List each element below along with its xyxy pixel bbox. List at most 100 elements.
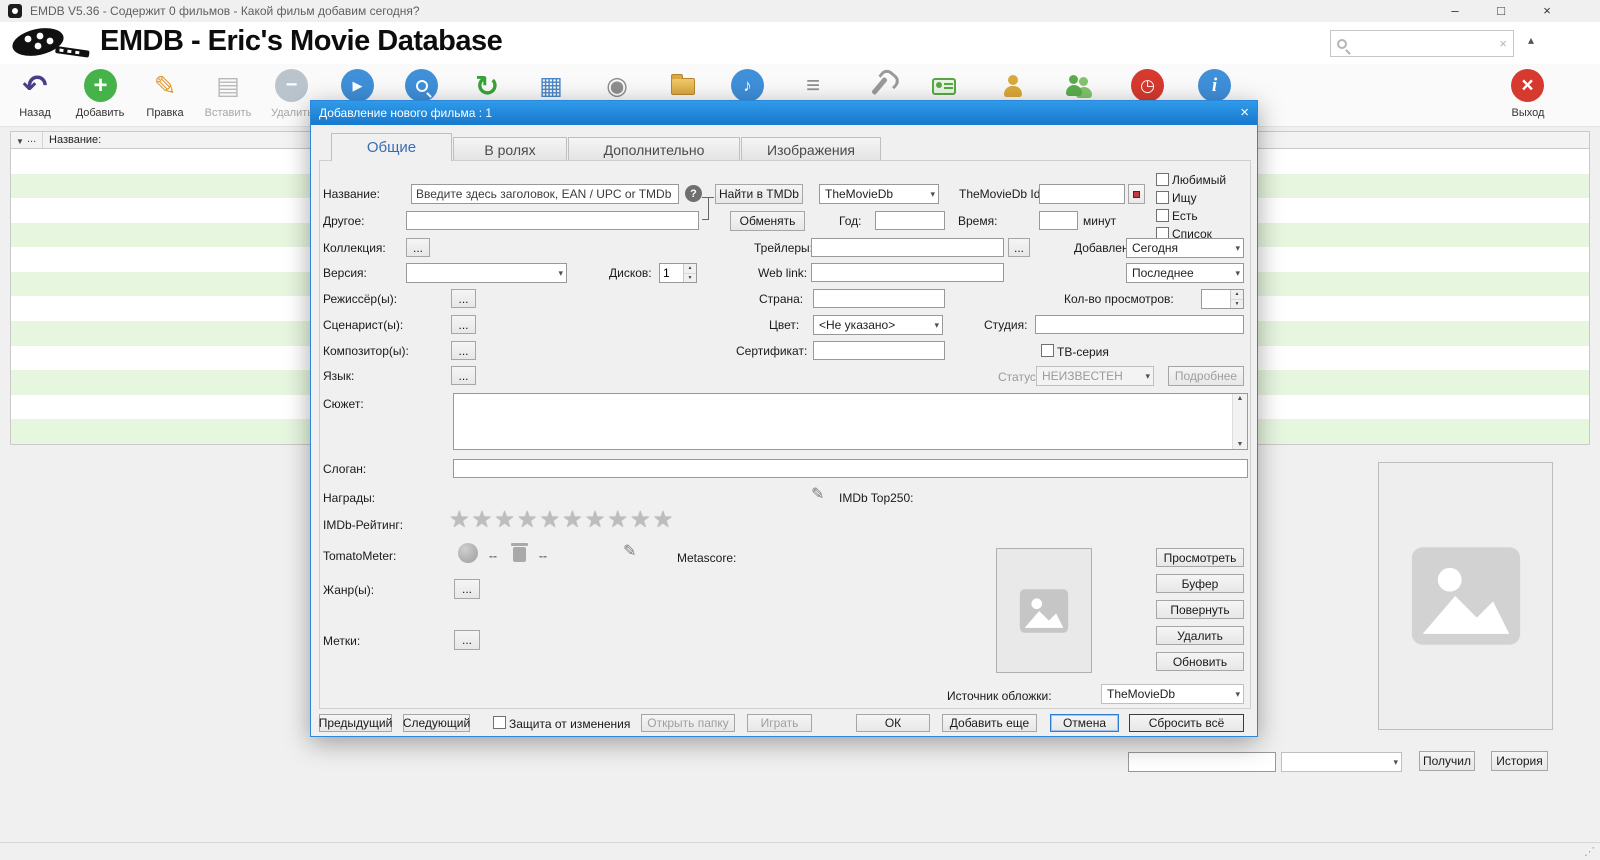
added-select[interactable]: Сегодня▾ xyxy=(1126,238,1244,258)
close-icon[interactable]: × xyxy=(1524,0,1570,22)
title-input[interactable] xyxy=(411,184,679,204)
toolbar-label-exit[interactable]: Выход xyxy=(1496,107,1560,119)
next-button[interactable]: Следующий xyxy=(403,714,470,732)
spin-up-icon[interactable]: ▲ xyxy=(684,264,696,274)
scroll-down-icon[interactable]: ▼ xyxy=(1233,441,1247,448)
back-icon[interactable]: ↶ xyxy=(18,69,52,103)
country-input[interactable] xyxy=(813,289,945,308)
star-icon[interactable]: ★ xyxy=(517,506,538,532)
cover-refresh-button[interactable]: Обновить xyxy=(1156,652,1244,671)
other-title-input[interactable] xyxy=(406,211,699,230)
edit-top250-icon[interactable]: ✎ xyxy=(811,484,824,504)
star-icon[interactable]: ★ xyxy=(653,506,674,532)
edit-icon[interactable]: ✎ xyxy=(148,69,182,103)
minimize-icon[interactable]: – xyxy=(1432,0,1478,22)
studio-input[interactable] xyxy=(1035,315,1244,334)
tools-icon[interactable] xyxy=(862,69,896,103)
tab-additional[interactable]: Дополнительно xyxy=(568,137,740,161)
column-title[interactable]: Название: xyxy=(49,134,101,146)
scroll-up-icon[interactable]: ▲ xyxy=(1233,395,1247,402)
header-search-input[interactable] xyxy=(1353,36,1493,52)
wishlist-checkbox[interactable] xyxy=(1156,191,1169,204)
toolbar-label-back[interactable]: Назад xyxy=(3,107,67,119)
tmdb-id-input[interactable] xyxy=(1039,184,1125,204)
provider-select[interactable]: TheMovieDb▾ xyxy=(819,184,939,204)
scrollbar[interactable]: ▲ ▼ xyxy=(1232,394,1247,449)
tagline-input[interactable] xyxy=(453,459,1248,478)
music-icon[interactable]: ♪ xyxy=(731,69,764,102)
cover-view-button[interactable]: Просмотреть xyxy=(1156,548,1244,567)
tab-cast[interactable]: В ролях xyxy=(453,137,567,161)
find-tmdb-button[interactable]: Найти в TMDb xyxy=(715,184,803,204)
ok-button[interactable]: ОК xyxy=(856,714,930,732)
maximize-icon[interactable]: □ xyxy=(1478,0,1524,22)
dialog-close-icon[interactable]: × xyxy=(1240,101,1249,125)
star-icon[interactable]: ★ xyxy=(449,506,470,532)
star-icon[interactable]: ★ xyxy=(540,506,561,532)
trailers-input[interactable] xyxy=(811,238,1004,257)
spreadsheet-icon[interactable]: ▦ xyxy=(534,69,568,103)
search-movie-icon[interactable] xyxy=(405,69,438,102)
spin-up-icon[interactable]: ▲ xyxy=(1231,290,1243,300)
star-icon[interactable]: ★ xyxy=(607,506,628,532)
year-input[interactable] xyxy=(875,211,945,230)
runtime-input[interactable] xyxy=(1039,211,1078,230)
cancel-button[interactable]: Отмена xyxy=(1050,714,1119,732)
director-browse-button[interactable]: ... xyxy=(451,289,476,308)
weblink-input[interactable] xyxy=(811,263,1004,282)
cover-rotate-button[interactable]: Повернуть xyxy=(1156,600,1244,619)
writer-browse-button[interactable]: ... xyxy=(451,315,476,334)
spin-down-icon[interactable]: ▼ xyxy=(1231,300,1243,309)
add-icon[interactable]: + xyxy=(84,69,117,102)
exit-icon[interactable]: × xyxy=(1511,69,1544,102)
camera-icon[interactable]: ◉ xyxy=(600,69,634,103)
tab-images[interactable]: Изображения xyxy=(741,137,881,161)
toolbar-label-add[interactable]: Добавить xyxy=(68,107,132,119)
help-icon[interactable]: ? xyxy=(685,185,702,202)
star-icon[interactable]: ★ xyxy=(585,506,606,532)
idcard-icon[interactable] xyxy=(927,69,961,103)
reset-all-button[interactable]: Сбросить всё xyxy=(1129,714,1244,732)
dialog-titlebar[interactable]: Добавление нового фильма : 1 × xyxy=(311,101,1257,125)
version-select[interactable]: ▾ xyxy=(406,263,567,283)
bottom-select[interactable]: ▾ xyxy=(1281,752,1402,772)
toolbar-label-edit[interactable]: Правка xyxy=(133,107,197,119)
cover-source-select[interactable]: TheMovieDb▾ xyxy=(1101,684,1244,704)
column-options[interactable]: ... xyxy=(27,133,36,145)
trailers-browse-button[interactable]: ... xyxy=(1008,238,1030,257)
recent-icon[interactable]: ◷ xyxy=(1131,69,1164,102)
collection-browse-button[interactable]: ... xyxy=(406,238,430,257)
certificate-input[interactable] xyxy=(813,341,945,360)
tmdb-id-lookup-button[interactable] xyxy=(1128,184,1145,204)
cover-delete-button[interactable]: Удалить xyxy=(1156,626,1244,645)
star-icon[interactable]: ★ xyxy=(630,506,651,532)
swap-button[interactable]: Обменять xyxy=(730,211,805,231)
database-icon[interactable]: ≡ xyxy=(796,69,830,103)
plot-textarea[interactable]: ▲ ▼ xyxy=(453,393,1248,450)
color-select[interactable]: <Не указано>▾ xyxy=(813,315,943,335)
info-icon[interactable]: i xyxy=(1198,69,1231,102)
tab-general[interactable]: Общие xyxy=(331,133,452,161)
play-icon[interactable]: ▶ xyxy=(341,69,374,102)
archive-icon[interactable] xyxy=(666,69,700,103)
users-icon[interactable] xyxy=(1063,69,1097,103)
add-more-button[interactable]: Добавить еще xyxy=(942,714,1037,732)
previous-button[interactable]: Предыдущий xyxy=(319,714,392,732)
sort-arrow-icon[interactable]: ▼ xyxy=(16,137,24,146)
last-select[interactable]: Последнее▾ xyxy=(1126,263,1244,283)
spin-down-icon[interactable]: ▼ xyxy=(684,274,696,283)
resize-grip[interactable]: ⋰ xyxy=(1584,845,1595,858)
star-icon[interactable]: ★ xyxy=(494,506,515,532)
star-icon[interactable]: ★ xyxy=(562,506,583,532)
cover-clipboard-button[interactable]: Буфер xyxy=(1156,574,1244,593)
have-checkbox[interactable] xyxy=(1156,209,1169,222)
favorite-checkbox[interactable] xyxy=(1156,173,1169,186)
star-icon[interactable]: ★ xyxy=(472,506,493,532)
protect-checkbox[interactable] xyxy=(493,716,506,729)
history-button[interactable]: История xyxy=(1491,751,1548,771)
user-icon[interactable] xyxy=(996,69,1030,103)
got-button[interactable]: Получил xyxy=(1419,751,1475,771)
collapse-header-icon[interactable]: ▴ xyxy=(1528,33,1534,47)
language-browse-button[interactable]: ... xyxy=(451,366,476,385)
sync-icon[interactable]: ↻ xyxy=(470,69,504,103)
